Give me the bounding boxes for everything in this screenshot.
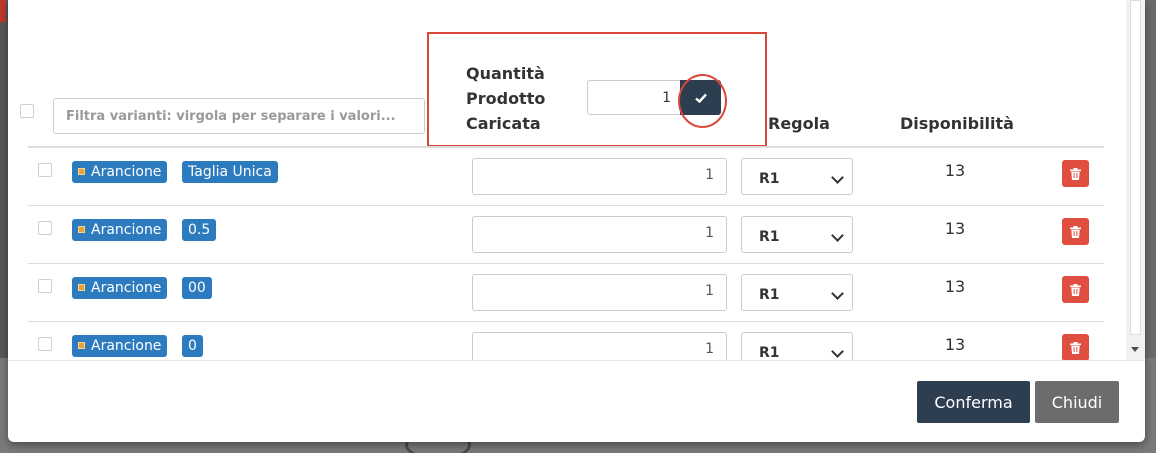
size-badge: 0 bbox=[182, 335, 203, 357]
color-badge: Arancione bbox=[72, 161, 168, 183]
quantity-label-line2: Prodotto bbox=[466, 89, 546, 108]
row-checkbox[interactable] bbox=[38, 163, 52, 177]
rule-select-value: R1 bbox=[759, 229, 780, 245]
background-corner-badge bbox=[0, 0, 6, 22]
color-swatch-icon bbox=[78, 168, 85, 175]
chevron-down-icon bbox=[831, 345, 844, 358]
header-availability: Disponibilità bbox=[900, 114, 1014, 133]
trash-icon bbox=[1070, 283, 1081, 296]
availability-value: 13 bbox=[944, 335, 966, 354]
chevron-down-icon bbox=[831, 287, 844, 300]
color-swatch-icon bbox=[78, 342, 85, 349]
size-badge: 00 bbox=[182, 277, 212, 299]
row-checkbox[interactable] bbox=[38, 337, 52, 351]
variant-filter-input[interactable] bbox=[53, 98, 425, 134]
select-all-checkbox[interactable] bbox=[20, 104, 34, 118]
size-badge: 0.5 bbox=[182, 219, 217, 241]
delete-row-button[interactable] bbox=[1062, 218, 1089, 245]
delete-row-button[interactable] bbox=[1062, 334, 1089, 360]
quantity-label: Quantità Prodotto Caricata bbox=[466, 61, 576, 136]
delete-row-button[interactable] bbox=[1062, 160, 1089, 187]
quantity-label-line1: Quantità bbox=[466, 64, 545, 83]
row-quantity-input[interactable]: 1 bbox=[472, 158, 727, 195]
scrollbar-thumb[interactable] bbox=[1130, 0, 1141, 335]
color-swatch-icon bbox=[78, 226, 85, 233]
table-row: Arancione 00 1 R1 13 bbox=[28, 264, 1104, 322]
color-badge-label: Arancione bbox=[91, 222, 162, 238]
size-badge: Taglia Unica bbox=[182, 161, 278, 183]
chevron-down-icon bbox=[831, 171, 844, 184]
modal-scrollbar[interactable] bbox=[1126, 0, 1145, 360]
row-quantity-input[interactable]: 1 bbox=[472, 332, 727, 360]
quantity-label-line3: Caricata bbox=[466, 114, 541, 133]
variants-modal: Quantità Prodotto Caricata Regola Dispon… bbox=[8, 0, 1145, 442]
availability-value: 13 bbox=[944, 277, 966, 296]
quantity-input[interactable] bbox=[587, 80, 681, 115]
scroll-down-arrow-icon[interactable] bbox=[1131, 347, 1139, 352]
row-checkbox[interactable] bbox=[38, 279, 52, 293]
confirm-button[interactable]: Conferma bbox=[917, 381, 1030, 423]
rule-select[interactable]: R1 bbox=[741, 158, 853, 195]
apply-quantity-button[interactable] bbox=[680, 80, 721, 115]
row-quantity-input[interactable]: 1 bbox=[472, 216, 727, 253]
rule-select[interactable]: R1 bbox=[741, 332, 853, 360]
table-row: Arancione 0 1 R1 13 bbox=[28, 322, 1104, 360]
row-quantity-input[interactable]: 1 bbox=[472, 274, 727, 311]
rule-select-value: R1 bbox=[759, 287, 780, 303]
color-badge-label: Arancione bbox=[91, 280, 162, 296]
header-rule: Regola bbox=[768, 114, 830, 133]
modal-body: Quantità Prodotto Caricata Regola Dispon… bbox=[8, 0, 1145, 360]
chevron-down-icon bbox=[831, 229, 844, 242]
color-badge-label: Arancione bbox=[91, 338, 162, 354]
color-badge-label: Arancione bbox=[91, 164, 162, 180]
color-swatch-icon bbox=[78, 284, 85, 291]
color-badge: Arancione bbox=[72, 335, 168, 357]
table-row: Arancione Taglia Unica 1 R1 13 bbox=[28, 148, 1104, 206]
close-button[interactable]: Chiudi bbox=[1035, 381, 1119, 423]
rule-select-value: R1 bbox=[759, 171, 780, 187]
rule-select-value: R1 bbox=[759, 345, 780, 360]
table-row: Arancione 0.5 1 R1 13 bbox=[28, 206, 1104, 264]
trash-icon bbox=[1070, 225, 1081, 238]
check-icon bbox=[694, 93, 707, 103]
row-checkbox[interactable] bbox=[38, 221, 52, 235]
trash-icon bbox=[1070, 167, 1081, 180]
delete-row-button[interactable] bbox=[1062, 276, 1089, 303]
availability-value: 13 bbox=[944, 219, 966, 238]
trash-icon bbox=[1070, 341, 1081, 354]
color-badge: Arancione bbox=[72, 219, 168, 241]
rule-select[interactable]: R1 bbox=[741, 216, 853, 253]
color-badge: Arancione bbox=[72, 277, 168, 299]
rule-select[interactable]: R1 bbox=[741, 274, 853, 311]
availability-value: 13 bbox=[944, 161, 966, 180]
